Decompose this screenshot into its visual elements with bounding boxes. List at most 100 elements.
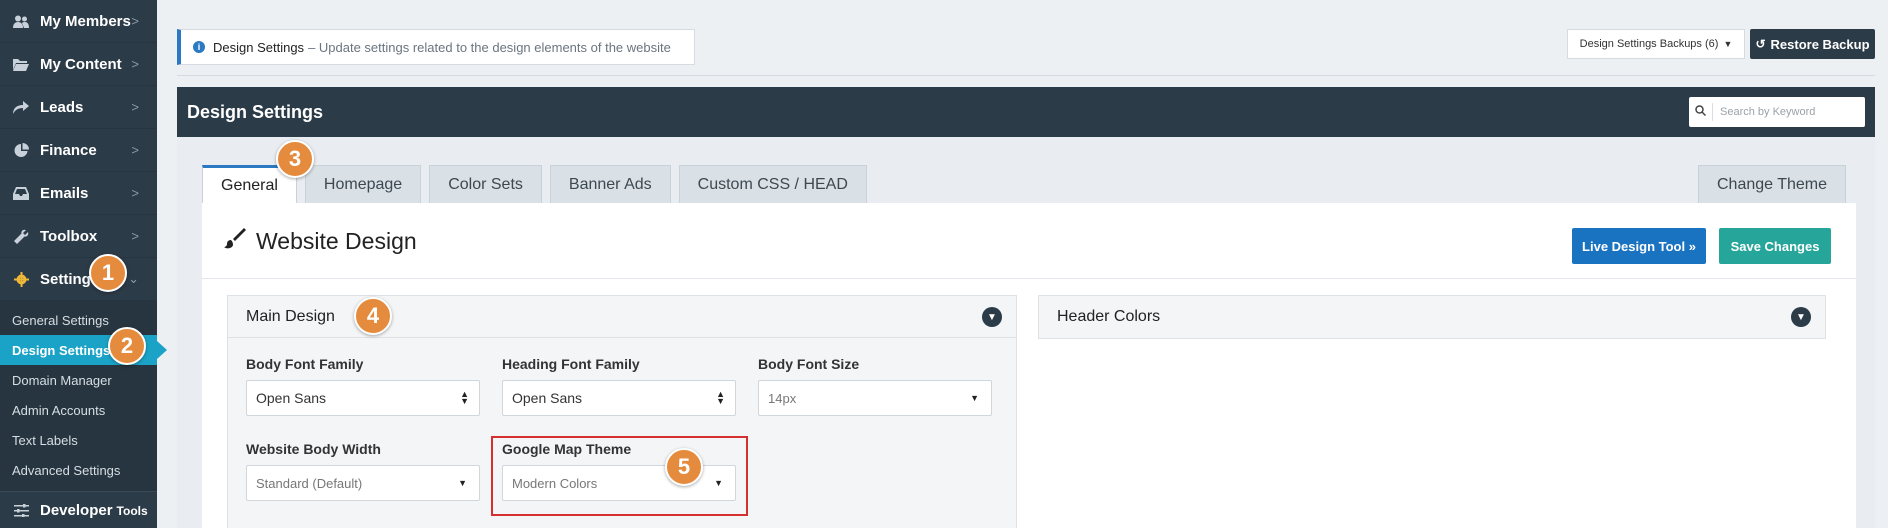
field-label: Website Body Width <box>246 441 381 457</box>
sidebar-item-finance[interactable]: Finance > <box>0 129 157 172</box>
card-title: Main Design <box>246 307 335 325</box>
submenu-label: Admin Accounts <box>12 402 106 418</box>
body-size-field: Body Font Size 14px ▼ <box>758 356 992 416</box>
step-badge-5: 5 <box>665 448 703 486</box>
card-title: Header Colors <box>1057 308 1161 325</box>
tab-color-sets[interactable]: Color Sets <box>429 165 542 203</box>
chevron-right-icon: > <box>131 13 139 29</box>
submenu-label: Domain Manager <box>12 372 112 388</box>
body-font-select[interactable]: Open Sans ▲ ▼ <box>246 380 480 416</box>
submenu-item-text-labels[interactable]: Text Labels <box>0 425 157 455</box>
sort-arrows-icon: ▲ ▼ <box>716 389 725 406</box>
folder-open-icon <box>10 58 32 71</box>
tab-custom-css-head[interactable]: Custom CSS / HEAD <box>678 165 867 203</box>
info-title: Design Settings <box>213 39 305 55</box>
section-title: Website Design <box>224 227 417 255</box>
header-colors-header[interactable]: Header Colors ▼ <box>1039 296 1825 338</box>
tab-homepage[interactable]: Homepage <box>304 165 422 203</box>
chevron-down-icon[interactable]: ▼ <box>1791 307 1811 327</box>
submenu-item-domain-manager[interactable]: Domain Manager <box>0 365 157 395</box>
step-badge-2: 2 <box>108 327 146 365</box>
highlight-box <box>491 436 748 516</box>
heading-font-select[interactable]: Open Sans ▲ ▼ <box>502 380 736 416</box>
save-changes-button[interactable]: Save Changes <box>1719 228 1831 264</box>
info-description: – Update settings related to the design … <box>308 39 671 55</box>
chevron-right-icon: > <box>131 185 139 201</box>
info-icon: i <box>193 41 205 53</box>
tab-banner-ads[interactable]: Banner Ads <box>549 165 671 203</box>
sliders-icon <box>10 504 32 517</box>
sort-arrows-icon: ▲ ▼ <box>460 389 469 406</box>
body-font-field: Body Font Family Open Sans ▲ ▼ <box>246 356 480 416</box>
submenu-label: Text Labels <box>12 432 78 448</box>
sidebar-item-settings[interactable]: Settings ⌄ <box>0 258 157 301</box>
select-value: Open Sans <box>512 390 583 406</box>
sidebar-item-label: Finance <box>40 141 97 159</box>
submenu-item-admin-accounts[interactable]: Admin Accounts <box>0 395 157 425</box>
submenu-label: General Settings <box>12 312 109 328</box>
restore-backup-button[interactable]: ↺ Restore Backup <box>1750 29 1875 59</box>
sidebar-item-leads[interactable]: Leads > <box>0 86 157 129</box>
body-size-select[interactable]: 14px ▼ <box>758 380 992 416</box>
search-input[interactable] <box>1713 106 1853 118</box>
developer-suffix: Tools <box>116 503 148 518</box>
section-title-text: Website Design <box>256 227 417 254</box>
caret-down-icon: ▼ <box>1723 39 1733 49</box>
sidebar-item-toolbox[interactable]: Toolbox > <box>0 215 157 258</box>
main-design-header[interactable]: Main Design ▼ <box>228 296 1016 338</box>
field-label: Heading Font Family <box>502 356 640 372</box>
submenu-item-advanced-settings[interactable]: Advanced Settings <box>0 455 157 485</box>
users-icon <box>10 15 32 28</box>
caret-down-icon: ▼ <box>970 393 979 403</box>
caret-down-icon: ▼ <box>458 478 467 488</box>
inbox-icon <box>10 186 32 200</box>
panel-body: General Homepage Color Sets Banner Ads C… <box>177 137 1875 528</box>
chevron-right-icon: > <box>131 99 139 115</box>
select-value: Standard (Default) <box>256 475 363 491</box>
select-value: Open Sans <box>256 390 327 406</box>
chevron-down-icon[interactable]: ▼ <box>982 307 1002 327</box>
submenu-label: Design Settings <box>12 342 111 358</box>
step-badge-1: 1 <box>89 254 127 292</box>
chevron-down-icon: ⌄ <box>128 271 139 286</box>
tab-content: Website Design Live Design Tool » Save C… <box>202 203 1856 528</box>
divider <box>177 75 1875 76</box>
step-badge-3: 3 <box>276 140 314 178</box>
live-design-tool-button[interactable]: Live Design Tool » <box>1572 228 1706 264</box>
sidebar-item-developer-tools[interactable]: Developer Tools <box>0 491 157 528</box>
sidebar-item-my-members[interactable]: My Members > <box>0 0 157 43</box>
gear-icon <box>10 271 32 287</box>
backups-label: Design Settings Backups (6) <box>1579 38 1719 50</box>
submenu-label: Advanced Settings <box>12 462 121 478</box>
pie-chart-icon <box>10 142 32 158</box>
backups-dropdown[interactable]: Design Settings Backups (6) ▼ <box>1567 29 1745 59</box>
history-icon: ↺ <box>1755 37 1766 51</box>
sidebar-item-label: Leads <box>40 98 84 116</box>
search-box <box>1689 97 1865 127</box>
share-arrow-icon <box>10 100 32 114</box>
developer-label: Developer <box>40 502 113 519</box>
sidebar-item-emails[interactable]: Emails > <box>0 172 157 215</box>
field-label: Body Font Size <box>758 356 860 372</box>
select-value: 14px <box>768 390 797 406</box>
divider <box>202 278 1856 279</box>
heading-font-field: Heading Font Family Open Sans ▲ ▼ <box>502 356 736 416</box>
sidebar-item-label: My Content <box>40 55 122 73</box>
panel-header: Design Settings <box>177 87 1875 137</box>
page-title: Design Settings <box>187 101 324 122</box>
search-icon <box>1689 103 1713 121</box>
body-width-field: Website Body Width Standard (Default) ▼ <box>246 441 480 501</box>
sidebar-item-label: Emails <box>40 184 89 202</box>
chevron-right-icon: > <box>131 142 139 158</box>
restore-label: Restore Backup <box>1770 36 1870 52</box>
change-theme-tab[interactable]: Change Theme <box>1698 165 1846 203</box>
wrench-icon <box>10 229 32 244</box>
body-width-select[interactable]: Standard (Default) ▼ <box>246 465 480 501</box>
sidebar-item-my-content[interactable]: My Content > <box>0 43 157 86</box>
info-notice: i Design Settings – Update settings rela… <box>177 29 695 65</box>
field-label: Body Font Family <box>246 356 364 372</box>
chevron-right-icon: > <box>131 228 139 244</box>
chevron-right-icon: > <box>131 56 139 72</box>
sidebar-item-label: Toolbox <box>40 227 98 245</box>
header-colors-card: Header Colors ▼ <box>1038 295 1826 339</box>
